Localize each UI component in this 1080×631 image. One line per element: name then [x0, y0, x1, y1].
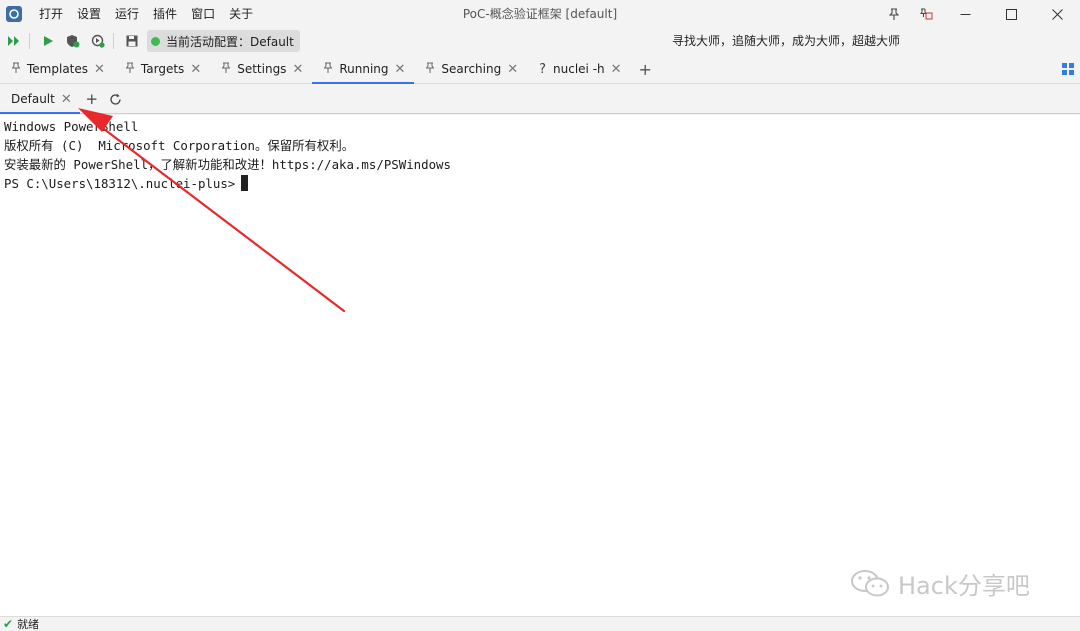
- close-tab-icon[interactable]: ✕: [395, 62, 406, 77]
- menu-run[interactable]: 运行: [108, 0, 146, 28]
- rerun-icon[interactable]: [87, 30, 109, 52]
- pin-icon[interactable]: [11, 62, 21, 76]
- status-bar: ✔ 就绪: [0, 616, 1080, 631]
- terminal-prompt-line: PS C:\Users\18312\.nuclei-plus>: [4, 174, 1076, 193]
- tab-label: nuclei -h: [553, 62, 605, 76]
- terminal-tab-bar: Default ✕ +: [0, 85, 1080, 114]
- help-icon: ?: [539, 61, 547, 77]
- close-tab-icon[interactable]: ✕: [611, 62, 622, 77]
- terminal-tab-label: Default: [11, 92, 55, 106]
- terminal-line: 版权所有 (C) Microsoft Corporation。保留所有权利。: [4, 138, 355, 153]
- tab-label: Templates: [27, 62, 89, 76]
- pin-window-icon[interactable]: [878, 0, 910, 28]
- menu-settings[interactable]: 设置: [70, 0, 108, 28]
- run-all-icon[interactable]: [3, 30, 25, 52]
- slogan-text: 寻找大师，追随大师，成为大师，超越大师: [672, 34, 901, 48]
- terminal-tab-default[interactable]: Default ✕: [0, 85, 80, 114]
- minimize-icon[interactable]: [942, 0, 988, 28]
- run-icon[interactable]: [37, 30, 59, 52]
- float-window-icon[interactable]: [910, 0, 942, 28]
- close-window-icon[interactable]: [1034, 0, 1080, 28]
- tab-settings[interactable]: Settings ✕: [210, 55, 312, 83]
- tab-label: Searching: [441, 62, 502, 76]
- status-dot-icon: [151, 36, 160, 46]
- maximize-icon[interactable]: [988, 0, 1034, 28]
- menu-open[interactable]: 打开: [32, 0, 70, 28]
- tab-label: Running: [339, 62, 389, 76]
- add-tab-icon[interactable]: +: [631, 55, 660, 83]
- menu-plugins[interactable]: 插件: [146, 0, 184, 28]
- window-controls: [878, 0, 1080, 28]
- terminal-output[interactable]: Windows PowerShell 版权所有 (C) Microsoft Co…: [0, 115, 1080, 616]
- tab-templates[interactable]: Templates ✕: [0, 55, 114, 83]
- close-tab-icon[interactable]: ✕: [292, 62, 303, 77]
- watermark-text: Hack分享吧: [898, 572, 1030, 600]
- pin-icon[interactable]: [425, 62, 435, 76]
- terminal-line: 安装最新的 PowerShell，了解新功能和改进！https://aka.ms…: [4, 157, 451, 172]
- toolbar-divider: [113, 33, 114, 49]
- pin-icon[interactable]: [323, 62, 333, 76]
- close-tab-icon[interactable]: ✕: [507, 62, 518, 77]
- stop-shield-icon[interactable]: [62, 30, 84, 52]
- menu-about[interactable]: 关于: [222, 0, 260, 28]
- active-config-selector[interactable]: 当前活动配置：Default: [147, 30, 300, 52]
- main-tab-bar: Templates ✕ Targets ✕ Settings ✕ Running…: [0, 55, 1080, 84]
- tab-targets[interactable]: Targets ✕: [114, 55, 210, 83]
- close-tab-icon[interactable]: ✕: [190, 62, 201, 77]
- status-text: 就绪: [17, 618, 40, 631]
- layout-grid-icon[interactable]: [1062, 63, 1074, 75]
- menu-bar: 打开 设置 运行 插件 窗口 关于: [32, 0, 260, 28]
- menu-window[interactable]: 窗口: [184, 0, 222, 28]
- toolbar-divider: [29, 33, 30, 49]
- toolbar: 当前活动配置：Default 寻找大师，追随大师，成为大师，超越大师: [0, 28, 1080, 54]
- refresh-icon[interactable]: [104, 85, 128, 113]
- terminal-cursor: [241, 175, 249, 191]
- pin-icon[interactable]: [221, 62, 231, 76]
- terminal-prompt: PS C:\Users\18312\.nuclei-plus>: [4, 176, 236, 191]
- new-terminal-icon[interactable]: +: [80, 85, 104, 113]
- active-config-label: 当前活动配置：Default: [166, 34, 294, 49]
- close-terminal-tab-icon[interactable]: ✕: [61, 92, 72, 107]
- title-bar: 打开 设置 运行 插件 窗口 关于 PoC-概念验证框架 [default]: [0, 0, 1080, 28]
- check-icon: ✔: [3, 617, 14, 631]
- save-icon[interactable]: [121, 30, 143, 52]
- tab-nuclei-help[interactable]: ? nuclei -h ✕: [527, 55, 630, 83]
- tab-label: Targets: [140, 62, 185, 76]
- app-logo-icon: [6, 6, 22, 22]
- watermark: Hack分享吧: [850, 566, 1030, 601]
- terminal-line: Windows PowerShell: [4, 119, 139, 134]
- pin-icon[interactable]: [125, 62, 135, 76]
- close-tab-icon[interactable]: ✕: [94, 62, 105, 77]
- wechat-icon: [851, 569, 889, 596]
- tab-label: Settings: [237, 62, 287, 76]
- tab-running[interactable]: Running ✕: [312, 55, 415, 84]
- tab-searching[interactable]: Searching ✕: [414, 55, 527, 83]
